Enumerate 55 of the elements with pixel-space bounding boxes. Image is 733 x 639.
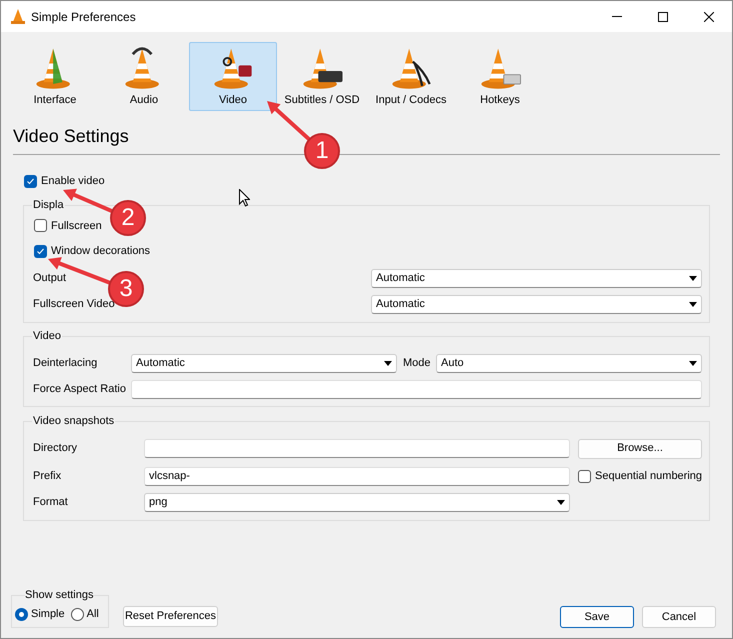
dropdown[interactable]: png xyxy=(144,492,570,512)
field-label: Prefix xyxy=(33,468,62,484)
category-tab[interactable]: Input / Codecs xyxy=(367,42,455,111)
checkbox-label: Enable video xyxy=(41,174,105,189)
category-tab[interactable]: Audio xyxy=(100,42,188,111)
category-tab[interactable]: Interface xyxy=(11,42,99,111)
section-heading: Video Settings xyxy=(13,125,129,148)
caret-icon xyxy=(689,276,697,280)
reset-button[interactable]: Reset Preferences xyxy=(123,606,218,627)
checkbox-label: Fullscreen xyxy=(51,218,102,234)
checkbox[interactable] xyxy=(578,470,591,482)
save-button[interactable]: Save xyxy=(560,606,634,628)
checkbox-label: Window decorations xyxy=(51,244,150,259)
input-field[interactable] xyxy=(131,380,702,398)
field-label: Fullscreen Video xyxy=(33,296,116,312)
category-tab[interactable]: Subtitles / OSD xyxy=(278,42,366,111)
step-number-badge: 2 xyxy=(110,200,146,236)
field-label: Output xyxy=(33,270,68,286)
dropdown[interactable]: Automatic xyxy=(371,268,702,288)
caret-icon xyxy=(557,500,565,504)
category-tab[interactable]: Hotkeys xyxy=(456,42,544,111)
field-label: Mode xyxy=(403,356,432,371)
caret-icon xyxy=(689,360,697,366)
mouse-cursor-icon xyxy=(239,189,250,207)
checkbox[interactable] xyxy=(24,174,37,188)
browse-button[interactable]: Browse... xyxy=(578,438,702,458)
field-label: Format xyxy=(33,494,69,510)
caret-icon xyxy=(689,302,697,306)
dropdown[interactable]: Automatic xyxy=(131,354,397,372)
caret-icon xyxy=(384,360,392,366)
maximize-icon xyxy=(658,12,668,22)
minimize-icon xyxy=(612,16,622,17)
dropdown[interactable]: Auto xyxy=(436,354,702,372)
radio-label: All xyxy=(86,607,99,622)
input-field[interactable] xyxy=(144,439,570,458)
radio-label: Simple xyxy=(31,607,65,622)
cone-icon xyxy=(11,9,25,24)
radio-button[interactable] xyxy=(15,608,28,621)
field-label: Directory xyxy=(33,441,78,456)
checkbox-label: Sequential numbering xyxy=(595,468,702,484)
check-icon xyxy=(26,176,35,186)
checkbox[interactable] xyxy=(34,244,47,258)
check-icon xyxy=(36,246,45,256)
category-tab[interactable]: Video xyxy=(189,42,277,111)
dropdown[interactable]: Automatic xyxy=(371,294,702,314)
step-number-badge: 1 xyxy=(304,133,340,169)
input-field[interactable]: vlcsnap- xyxy=(144,466,570,486)
close-icon xyxy=(704,12,714,22)
group-title: Show settings xyxy=(25,587,94,604)
window-title: Simple Preferences xyxy=(31,8,136,26)
field-label: Force Aspect Ratio xyxy=(33,382,127,397)
cancel-button[interactable]: Cancel xyxy=(642,606,716,628)
radio-button[interactable] xyxy=(70,608,84,621)
field-label: Deinterlacing xyxy=(33,356,98,371)
checkbox[interactable] xyxy=(34,219,47,232)
